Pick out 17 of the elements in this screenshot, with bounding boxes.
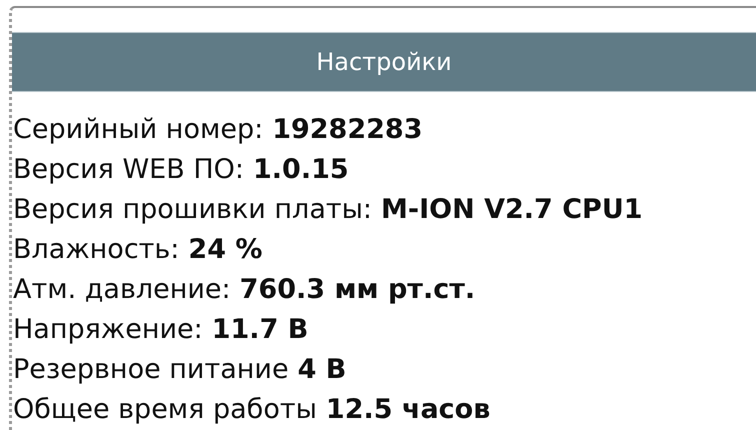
info-value: 11.7 В (212, 314, 308, 346)
info-label: Версия WEB ПО: (13, 154, 244, 186)
info-value: 12.5 часов (326, 394, 490, 426)
info-value: 760.3 мм рт.ст. (240, 274, 476, 306)
info-value: 24 % (188, 234, 262, 266)
info-label: Резервное питание (13, 354, 289, 386)
info-label: Серийный номер: (13, 114, 264, 146)
info-value: M-ION V2.7 CPU1 (381, 194, 643, 226)
info-label: Атм. давление: (13, 274, 231, 306)
info-label: Общее время работы (13, 394, 317, 426)
info-label: Версия прошивки платы: (13, 194, 372, 226)
info-value: 19282283 (272, 114, 422, 146)
header-title: Настройки (316, 48, 452, 76)
info-label: Напряжение: (13, 314, 203, 346)
info-label: Влажность: (13, 234, 180, 266)
info-value: 4 В (298, 354, 346, 386)
info-value: 1.0.15 (253, 154, 349, 186)
